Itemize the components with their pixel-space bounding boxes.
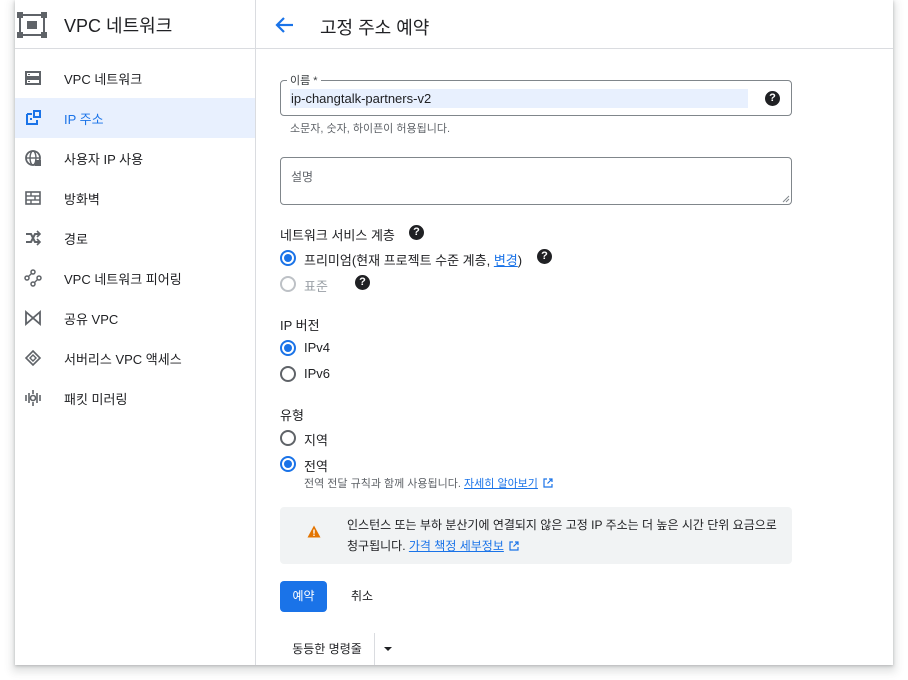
tier-section-label: 네트워크 서비스 계층: [280, 228, 395, 243]
external-link-icon: [509, 541, 519, 551]
sidebar-item-label: IP 주소: [64, 111, 104, 127]
sidebar-item-serverless-vpc-access[interactable]: 서버리스 VPC 액세스: [15, 338, 255, 378]
sidebar-item-routes[interactable]: 경로: [15, 218, 255, 258]
description-field[interactable]: 설명: [280, 157, 792, 205]
tier-help-icon[interactable]: ?: [409, 225, 424, 240]
sidebar-item-label: 방화벽: [64, 191, 100, 207]
app-window: VPC 네트워크 VPC 네트워크 IP 주소 사용자 IP 사용 방화벽 경로…: [15, 0, 893, 665]
name-hint: 소문자, 숫자, 하이픈이 허용됩니다.: [290, 123, 451, 135]
ipv6-radio[interactable]: [280, 366, 296, 382]
name-field-label: 이름 *: [287, 72, 321, 88]
global-label: 전역: [304, 459, 328, 474]
sidebar-item-ip-addresses[interactable]: IP 주소: [15, 98, 255, 138]
sidebar-item-label: VPC 네트워크 피어링: [64, 271, 182, 287]
vpc-network-icon: [25, 71, 41, 85]
sidebar-item-packet-mirroring[interactable]: 패킷 미러링: [15, 378, 255, 418]
sidebar-item-vpc-networks[interactable]: VPC 네트워크: [15, 58, 255, 98]
shared-vpc-icon: [25, 310, 41, 326]
main-content: 고정 주소 예약 이름 * ip-changtalk-partners-v2 ?…: [256, 0, 893, 665]
product-title: VPC 네트워크: [64, 16, 173, 36]
tier-standard-radio[interactable]: [280, 276, 296, 292]
peering-icon: [24, 269, 42, 287]
back-arrow-icon[interactable]: [274, 14, 296, 36]
warning-icon: [307, 525, 321, 538]
ip-version-label: IP 버전: [280, 318, 320, 333]
reserve-button[interactable]: 예약: [280, 581, 327, 612]
regional-label: 지역: [304, 433, 328, 448]
serverless-icon: [24, 349, 42, 367]
standard-help-icon[interactable]: ?: [355, 275, 370, 290]
sidebar-item-shared-vpc[interactable]: 공유 VPC: [15, 298, 255, 338]
global-radio[interactable]: [280, 456, 296, 472]
equivalent-command-line-label[interactable]: 동등한 명령줄: [280, 633, 375, 665]
name-input[interactable]: ip-changtalk-partners-v2: [290, 89, 748, 108]
sidebar-header: VPC 네트워크: [15, 0, 256, 49]
help-icon[interactable]: ?: [765, 91, 780, 106]
sidebar-item-label: VPC 네트워크: [64, 71, 143, 87]
global-description: 전역 전달 규칙과 함께 사용됩니다. 자세히 알아보기: [304, 475, 553, 491]
sidebar-item-label: 서버리스 VPC 액세스: [64, 351, 182, 367]
vpc-product-icon: [17, 12, 47, 38]
sidebar-item-label: 사용자 IP 사용: [64, 151, 144, 167]
sidebar-item-vpc-peering[interactable]: VPC 네트워크 피어링: [15, 258, 255, 298]
sidebar: VPC 네트워크 VPC 네트워크 IP 주소 사용자 IP 사용 방화벽 경로…: [15, 0, 256, 665]
description-placeholder: 설명: [291, 170, 314, 184]
pricing-details-link[interactable]: 가격 책정 세부정보: [409, 539, 504, 553]
name-field[interactable]: 이름 * ip-changtalk-partners-v2 ?: [280, 72, 792, 116]
sidebar-item-byoip[interactable]: 사용자 IP 사용: [15, 138, 255, 178]
ip-address-icon: [26, 110, 41, 125]
resize-handle-icon[interactable]: [782, 195, 790, 203]
ipv4-radio[interactable]: [280, 340, 296, 356]
page-header: 고정 주소 예약: [256, 0, 893, 49]
type-label: 유형: [280, 408, 304, 423]
cancel-button[interactable]: 취소: [342, 581, 382, 612]
sidebar-nav: VPC 네트워크 IP 주소 사용자 IP 사용 방화벽 경로 VPC 네트워크…: [15, 58, 256, 418]
warning-banner: 인스턴스 또는 부하 분산기에 연결되지 않은 고정 IP 주소는 더 높은 시…: [280, 507, 792, 564]
globe-icon: [25, 150, 41, 166]
dropdown-arrow-icon[interactable]: [376, 633, 400, 665]
sidebar-item-firewall[interactable]: 방화벽: [15, 178, 255, 218]
firewall-icon: [25, 191, 41, 205]
ipv6-label: IPv6: [304, 366, 331, 381]
sidebar-item-label: 공유 VPC: [64, 311, 119, 327]
premium-help-icon[interactable]: ?: [537, 249, 552, 264]
regional-radio[interactable]: [280, 430, 296, 446]
tier-premium-label: 프리미엄(현재 프로젝트 수준 계층, 변경): [304, 253, 523, 268]
sidebar-item-label: 패킷 미러링: [64, 391, 128, 407]
learn-more-link[interactable]: 자세히 알아보기: [464, 478, 538, 490]
page-title: 고정 주소 예약: [320, 18, 430, 38]
tier-standard-label: 표준: [304, 279, 328, 294]
packet-mirroring-icon: [25, 390, 41, 406]
external-link-icon: [543, 478, 553, 488]
warning-text: 인스턴스 또는 부하 분산기에 연결되지 않은 고정 IP 주소는 더 높은 시…: [347, 518, 777, 553]
tier-premium-radio[interactable]: [280, 250, 296, 266]
sidebar-item-label: 경로: [64, 231, 88, 247]
change-tier-link[interactable]: 변경: [494, 253, 518, 268]
routes-icon: [26, 230, 42, 246]
ipv4-label: IPv4: [304, 340, 331, 355]
